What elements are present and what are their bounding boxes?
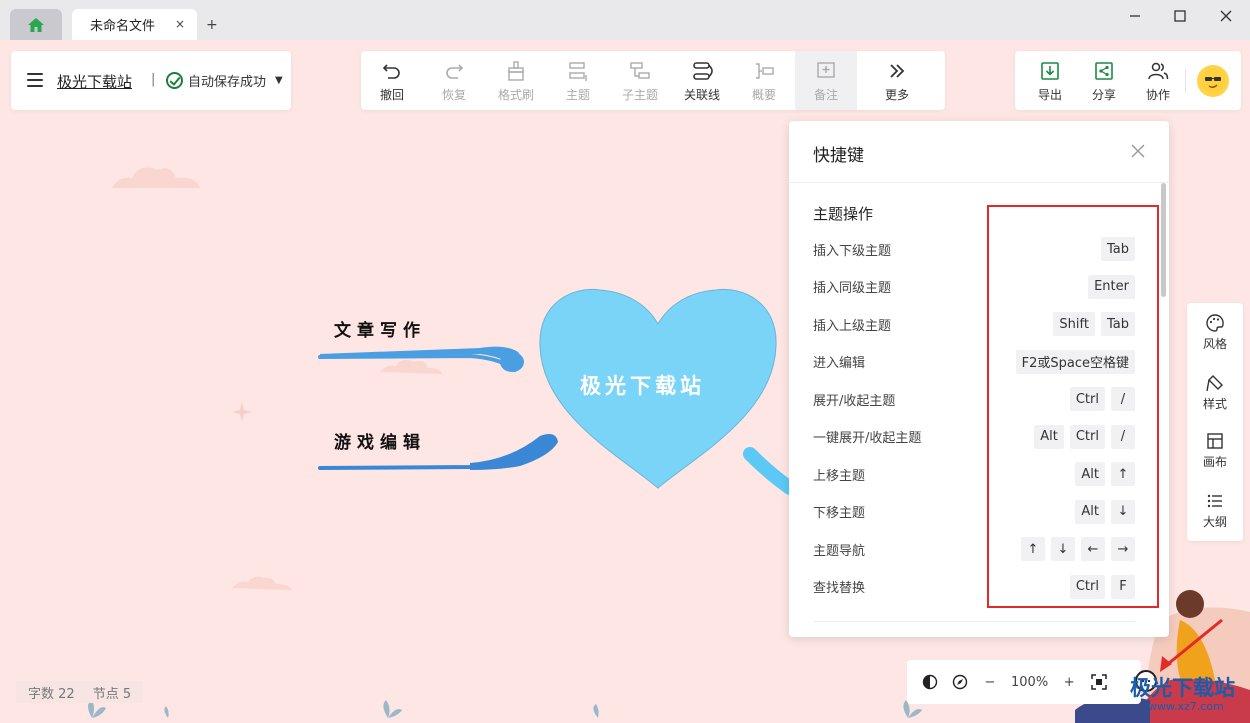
shortcut-row: 展开/收起主题 Ctrl / — [813, 387, 1135, 411]
word-count: 字数 22 — [28, 686, 75, 702]
shortcut-keys: Enter — [1088, 274, 1135, 299]
panel-divider-bottom — [813, 621, 1135, 622]
shortcut-label: 插入下级主题 — [813, 243, 892, 259]
shortcut-keys: F2或Space空格键 — [1015, 349, 1135, 374]
key-cap: ← — [1081, 537, 1105, 561]
shortcut-keys: Alt ↓ — [1075, 499, 1135, 524]
shortcut-label: 一键展开/收起主题 — [813, 431, 922, 446]
key-cap: Alt — [1075, 499, 1105, 524]
key-cap: Ctrl — [1069, 387, 1105, 411]
shortcut-label: 进入编辑 — [813, 356, 866, 371]
shortcut-keys: Ctrl / — [1069, 387, 1135, 411]
shortcut-keys: Alt Ctrl / — [1034, 424, 1135, 449]
shortcut-panel: 快捷键 主题操作 插入下级主题 Tab 插入同级主题 Enter 插入上级主题 Shift… — [789, 121, 1169, 637]
shortcut-row: 进入编辑 F2或Space空格键 — [813, 349, 1135, 374]
key-cap: ↓ — [1111, 499, 1135, 524]
side-panel: 风格 样式 画布 大纲 — [1187, 303, 1243, 541]
side-item-canvas[interactable]: 画布 — [1187, 431, 1243, 470]
key-cap: / — [1111, 424, 1135, 449]
shortcut-label: 上移主题 — [813, 468, 866, 484]
shortcut-label: 下移主题 — [813, 506, 866, 521]
shortcut-label: 查找替换 — [813, 581, 866, 596]
center-topic-label[interactable]: 极光下载站 — [580, 370, 705, 400]
side-item-style-theme[interactable]: 风格 — [1187, 313, 1243, 352]
section-title: 主题操作 — [813, 205, 874, 223]
key-cap: ↓ — [1051, 537, 1075, 561]
shortcut-keys: Shift Tab — [1053, 312, 1135, 336]
key-cap: Ctrl — [1069, 574, 1105, 599]
fit-screen-icon — [1091, 674, 1107, 690]
shortcut-label: 插入同级主题 — [813, 281, 892, 296]
canvas-icon — [1207, 433, 1223, 449]
branch-line-3 — [743, 447, 797, 495]
document-stats: 字数 22 节点 5 — [16, 681, 144, 703]
branch-topic-2[interactable]: 游戏编辑 — [334, 428, 426, 453]
shortcut-row: 一键展开/收起主题 Alt Ctrl / — [813, 424, 1135, 449]
branch-topic-1[interactable]: 文章写作 — [334, 316, 426, 341]
zoom-bar: − 100% + — [907, 660, 1141, 704]
mouse-mode-icon — [922, 674, 938, 690]
shortcut-row: 上移主题 Alt ↑ — [813, 462, 1135, 486]
key-cap: F — [1111, 574, 1135, 599]
shortcut-label: 插入上级主题 — [813, 318, 892, 334]
key-cap: Alt — [1034, 424, 1064, 449]
outline-icon — [1207, 494, 1222, 508]
shortcut-row: 查找替换 Ctrl F — [813, 574, 1135, 599]
zoom-level: 100% — [1011, 674, 1049, 690]
fit-screen-button[interactable] — [1090, 673, 1108, 691]
shortcut-row: 下移主题 Alt ↓ — [813, 499, 1135, 524]
node-count: 节点 5 — [92, 686, 132, 702]
key-cap: Tab — [1100, 237, 1135, 261]
key-cap: ↑ — [1021, 537, 1045, 561]
watermark-url: www.xz7.com — [1148, 700, 1224, 713]
key-cap: Shift — [1053, 312, 1095, 336]
zoom-in-button[interactable]: + — [1060, 673, 1078, 691]
key-cap: / — [1111, 387, 1135, 411]
shortcut-row: 主题导航 ↑ ↓ ← → — [813, 537, 1135, 561]
shortcut-keys: Alt ↑ — [1075, 462, 1135, 486]
panel-divider — [789, 182, 1169, 183]
side-item-label: 画布 — [1202, 455, 1227, 469]
side-item-label: 风格 — [1202, 337, 1227, 351]
side-item-label: 样式 — [1202, 397, 1227, 411]
compass-icon — [952, 674, 968, 690]
shortcut-keys: ↑ ↓ ← → — [1021, 537, 1135, 561]
key-cap: Alt — [1075, 462, 1105, 486]
shortcut-row: 插入上级主题 Shift Tab — [813, 312, 1135, 336]
side-item-outline[interactable]: 大纲 — [1187, 491, 1243, 530]
mouse-mode-button[interactable] — [921, 673, 939, 691]
palette-icon — [1206, 314, 1224, 332]
shortcut-label: 主题导航 — [813, 543, 866, 559]
watermark-brand: 极光下载站 — [1130, 676, 1235, 700]
shortcut-label: 展开/收起主题 — [813, 393, 896, 409]
key-cap: ↑ — [1111, 462, 1135, 486]
key-cap: → — [1111, 537, 1135, 561]
zoom-out-button[interactable]: − — [981, 673, 999, 691]
side-item-label: 大纲 — [1202, 515, 1227, 529]
close-icon — [1131, 144, 1145, 158]
shortcut-keys: Ctrl F — [1069, 574, 1135, 599]
key-cap: Ctrl — [1069, 424, 1105, 449]
shortcut-row: 插入下级主题 Tab — [813, 237, 1135, 261]
side-item-style[interactable]: 样式 — [1187, 373, 1243, 412]
key-cap: Enter — [1088, 274, 1135, 299]
locate-button[interactable] — [951, 673, 969, 691]
panel-title: 快捷键 — [813, 146, 864, 166]
shortcut-keys: Tab — [1100, 237, 1135, 261]
key-cap: F2或Space空格键 — [1015, 349, 1135, 374]
panel-scrollbar[interactable] — [1161, 183, 1166, 297]
panel-close-button[interactable] — [1131, 139, 1145, 164]
key-cap: Tab — [1100, 312, 1135, 336]
shortcut-row: 插入同级主题 Enter — [813, 274, 1135, 299]
style-icon — [1206, 375, 1223, 392]
